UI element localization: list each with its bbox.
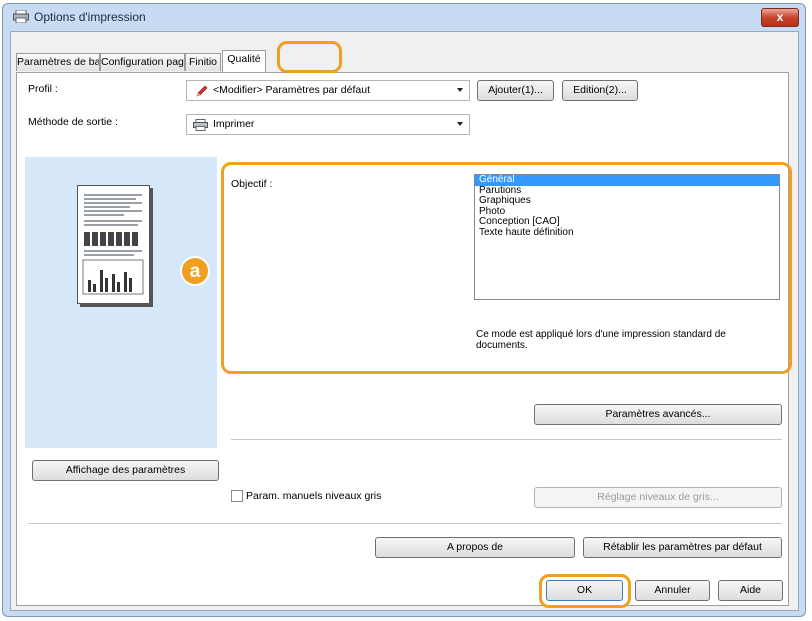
objective-listbox[interactable]: Général Parutions Graphiques Photo Conce… [474,174,780,300]
ok-button[interactable]: OK [546,580,623,601]
pencil-icon [196,85,208,97]
window-title: Options d'impression [34,10,146,24]
chevron-down-icon [457,88,463,92]
edit-profile-button[interactable]: Edition(2)... [562,80,638,101]
advanced-settings-button[interactable]: Paramètres avancés... [534,404,782,425]
objective-description: Ce mode est appliqué lors d'une impressi… [476,329,726,351]
reset-defaults-button[interactable]: Rétablir les paramètres par défaut [583,537,782,558]
printer-icon [193,119,208,131]
gray-manual-label: Param. manuels niveaux gris [246,490,382,502]
output-method-value: Imprimer [213,118,255,130]
separator [28,523,782,524]
help-button[interactable]: Aide [718,580,783,601]
tab-page-setup[interactable]: Configuration page [100,53,185,71]
objective-option-cad[interactable]: Conception [CAO] [475,216,779,228]
objective-option-hd-text[interactable]: Texte haute définition [475,227,779,239]
objective-label: Objectif : [231,178,273,190]
profile-dropdown[interactable]: <Modifier> Paramètres par défaut [186,80,470,101]
chevron-down-icon [457,122,463,126]
profile-label: Profil : [28,83,58,95]
close-button[interactable]: x [761,8,799,27]
document-preview-image [82,194,144,295]
output-method-dropdown[interactable]: Imprimer [186,114,470,135]
objective-option-general[interactable]: Général [475,174,779,186]
tab-finishing[interactable]: Finitio [185,53,221,71]
tab-quality[interactable]: Qualité [222,50,266,72]
printer-icon [13,10,29,23]
page-preview-thumbnail [77,185,150,304]
gray-manual-checkbox[interactable] [231,490,243,502]
gray-adjust-button[interactable]: Réglage niveaux de gris... [534,487,782,508]
cancel-button[interactable]: Annuler [635,580,710,601]
tab-basic-settings[interactable]: Paramètres de base [16,53,100,71]
objective-option-graphics[interactable]: Graphiques [475,195,779,207]
output-method-label: Méthode de sortie : [28,116,118,128]
profile-value: <Modifier> Paramètres par défaut [213,84,370,96]
display-settings-button[interactable]: Affichage des paramètres [32,460,219,481]
separator [231,439,782,440]
title-bar: Options d'impression x [3,4,805,30]
about-button[interactable]: A propos de [375,537,575,558]
add-profile-button[interactable]: Ajouter(1)... [477,80,554,101]
callout-badge: a [180,256,210,286]
